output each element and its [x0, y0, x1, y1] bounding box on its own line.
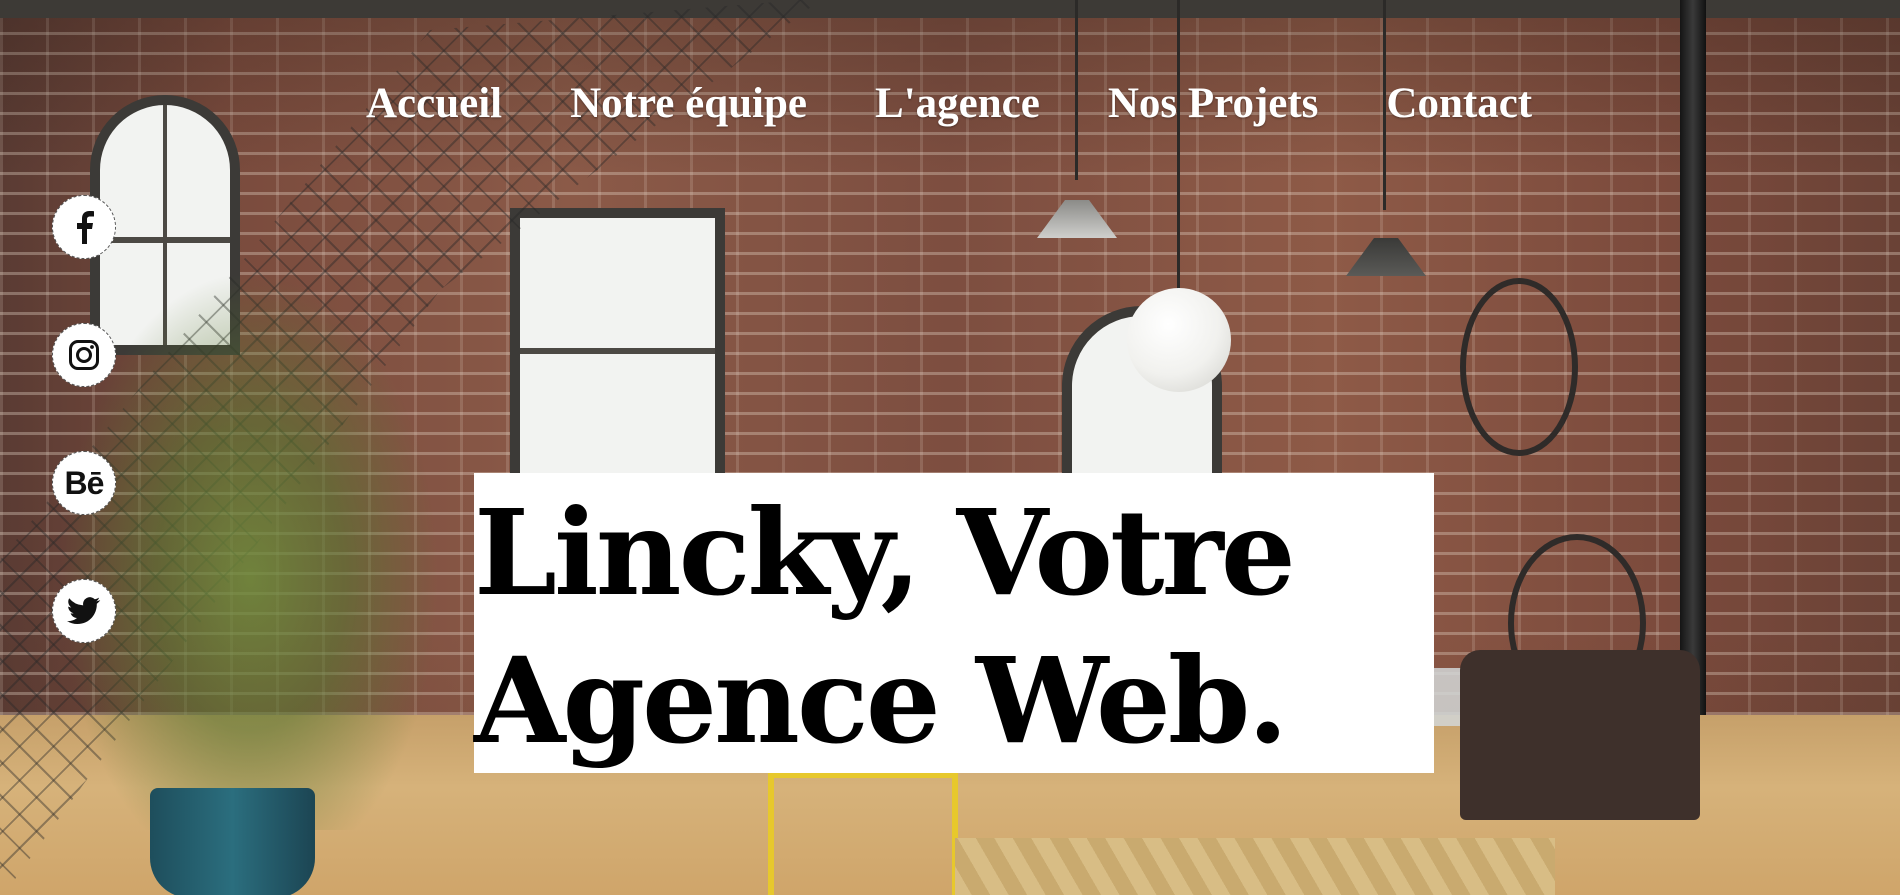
bike-wheel-top	[1460, 278, 1578, 456]
lamp-cord	[1177, 0, 1180, 290]
ceiling-beam	[0, 0, 1900, 18]
twitter-icon	[67, 597, 101, 625]
window-center	[510, 208, 725, 498]
plant-pot	[150, 788, 315, 895]
nav-link-notre-equipe[interactable]: Notre équipe	[570, 82, 807, 125]
nav-link-contact[interactable]: Contact	[1386, 82, 1532, 125]
main-nav: Accueil Notre équipe L'agence Nos Projet…	[366, 82, 1532, 125]
instagram-icon	[68, 339, 100, 371]
plant	[60, 270, 440, 830]
pendant-lamp	[1037, 200, 1117, 238]
behance-icon: Bē	[64, 465, 105, 501]
yellow-chair	[768, 772, 958, 895]
facebook-icon	[73, 210, 95, 244]
twitter-button[interactable]	[52, 579, 116, 643]
hero-headline-line-2: Agence Web.	[474, 631, 1289, 770]
globe-lamp	[1127, 288, 1231, 392]
hero-headline-box: Lincky, Votre Agence Web.	[474, 473, 1434, 773]
behance-button[interactable]: Bē	[52, 451, 116, 515]
facebook-button[interactable]	[52, 195, 116, 259]
dark-chair	[1460, 650, 1700, 820]
pendant-lamp-dark	[1346, 238, 1426, 276]
nav-link-nos-projets[interactable]: Nos Projets	[1108, 82, 1319, 125]
nav-link-accueil[interactable]: Accueil	[366, 82, 502, 125]
instagram-button[interactable]	[52, 323, 116, 387]
nav-link-lagence[interactable]: L'agence	[875, 82, 1040, 125]
hero-headline-line-1: Lincky, Votre	[474, 483, 1296, 622]
wooden-bench	[955, 838, 1555, 895]
